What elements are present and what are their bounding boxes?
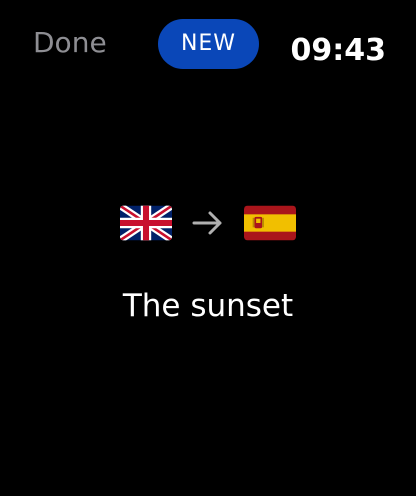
uk-flag-icon	[120, 205, 172, 241]
clock: 09:43	[290, 33, 387, 68]
spain-flag-icon	[244, 205, 296, 241]
done-button[interactable]: Done	[33, 24, 107, 62]
phrase-text: The sunset	[122, 288, 294, 324]
top-bar: Done NEW 09:43	[0, 0, 416, 90]
new-button[interactable]: NEW	[158, 19, 259, 69]
language-pair	[0, 200, 416, 246]
right-arrow-icon	[192, 211, 222, 235]
